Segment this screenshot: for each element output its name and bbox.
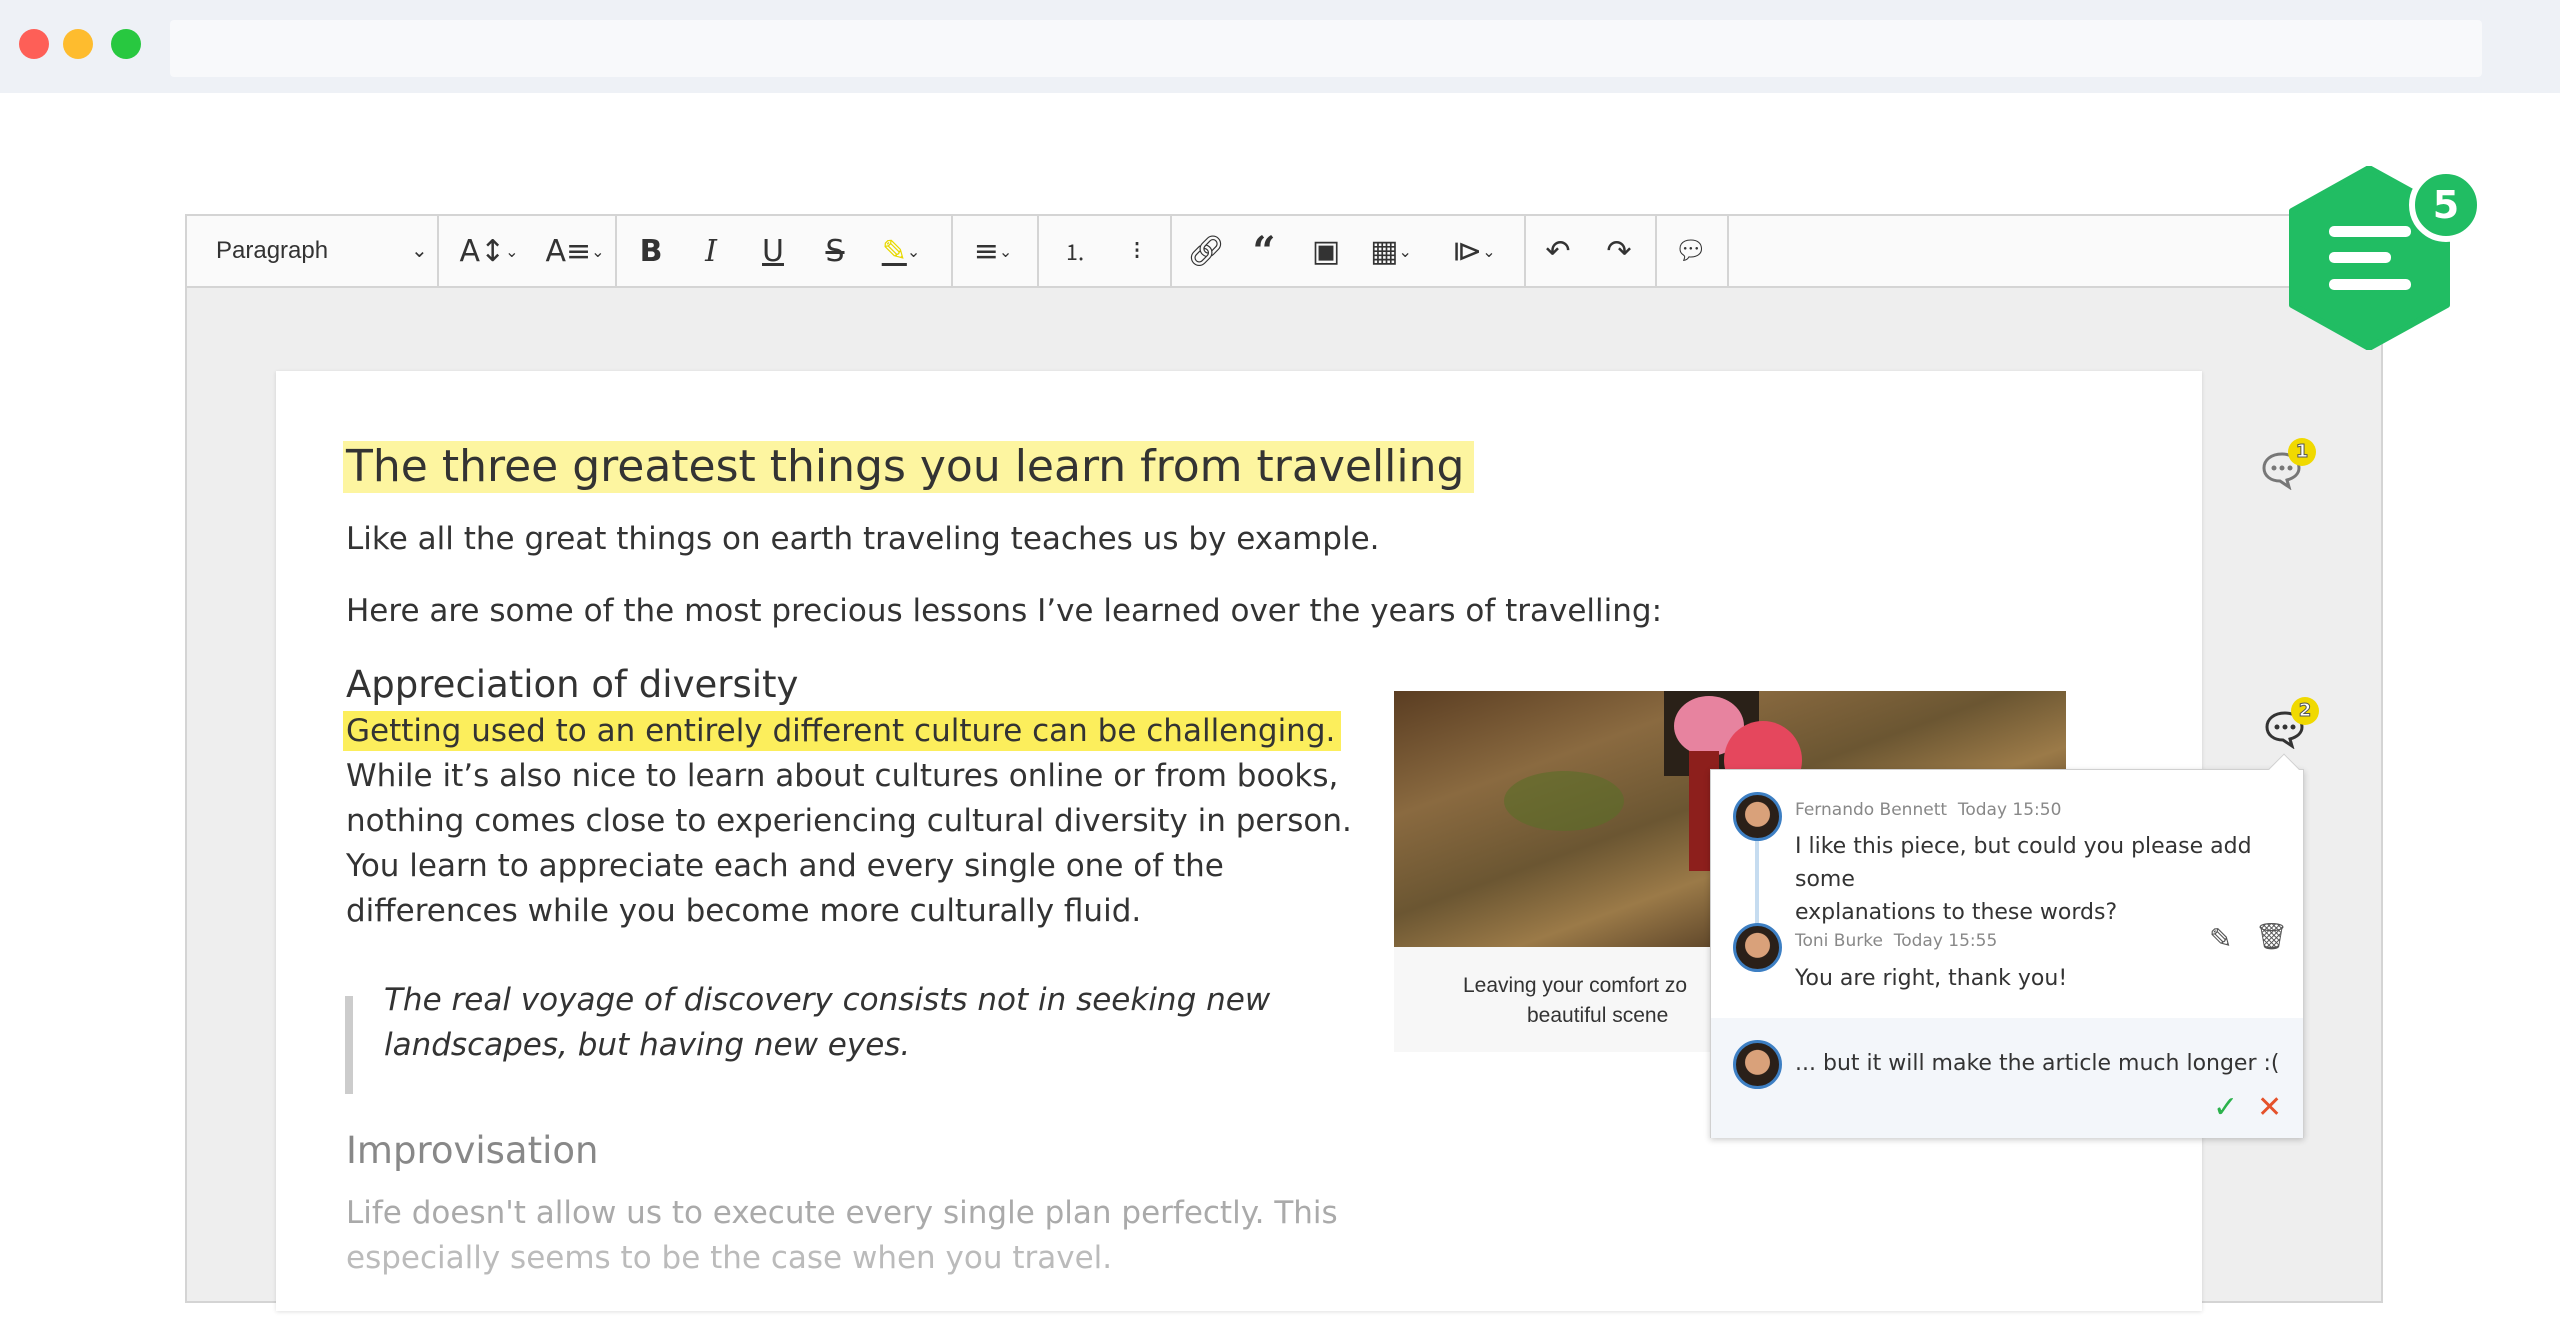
close-window-button[interactable] bbox=[19, 29, 49, 59]
paragraph-line: While it’s also nice to learn about cult… bbox=[346, 758, 1339, 794]
notification-count-badge: 5 bbox=[2409, 168, 2483, 242]
alignment-icon[interactable]: ≡ ⌄ bbox=[963, 216, 1023, 286]
block-quote-icon[interactable]: “ bbox=[1244, 216, 1284, 286]
blockquote-line: The real voyage of discovery consists no… bbox=[384, 982, 1271, 1018]
app-logo-button[interactable]: 5 bbox=[2287, 165, 2483, 351]
comment-meta: Toni Burke Today 15:55 bbox=[1795, 931, 1997, 951]
comment-text: You are right, thank you! bbox=[1795, 966, 2068, 991]
document-title: The three greatest things you learn from… bbox=[343, 441, 1475, 493]
font-family-icon[interactable]: A≡ ⌄ bbox=[545, 216, 605, 286]
paragraph-line: nothing comes close to experiencing cult… bbox=[346, 803, 1352, 839]
bulleted-list-icon[interactable]: ⁝ bbox=[1117, 216, 1157, 286]
confirm-reply-icon[interactable]: ✓ bbox=[2213, 1090, 2238, 1125]
paragraph-line: Life doesn't allow us to execute every s… bbox=[346, 1195, 1338, 1231]
avatar bbox=[1733, 1040, 1782, 1089]
comment-line: I like this piece, but could you please … bbox=[1795, 834, 2252, 892]
avatar bbox=[1733, 792, 1782, 841]
numbered-list-icon[interactable]: ⒈ bbox=[1055, 216, 1095, 286]
insert-table-icon[interactable]: ▦ ⌄ bbox=[1359, 216, 1423, 286]
comments-panel: Fernando Bennett Today 15:50 I like this… bbox=[1710, 753, 2304, 1138]
undo-icon[interactable]: ↶ bbox=[1538, 216, 1578, 286]
font-size-icon[interactable]: A↕ ⌄ bbox=[459, 216, 519, 286]
comment-text: I like this piece, but could you please … bbox=[1795, 830, 2303, 929]
comment-count-badge: 2 bbox=[2291, 697, 2319, 725]
editor: Paragraph ⌄ A↕ ⌄ A≡ ⌄ B I U S ✎ ⌄ ≡ ⌄ ⒈ ⁝ 🔗︎… bbox=[185, 214, 2383, 1311]
bold-icon[interactable]: B bbox=[631, 216, 671, 286]
comment-author: Toni Burke bbox=[1795, 931, 1883, 951]
address-bar[interactable] bbox=[170, 20, 2482, 77]
delete-comment-icon[interactable]: 🗑︎ bbox=[2255, 922, 2288, 952]
comment-marker-2[interactable]: 2 bbox=[2263, 697, 2319, 753]
heading-dropdown[interactable]: Paragraph ⌄ bbox=[216, 216, 428, 286]
highlight-icon[interactable]: ✎ ⌄ bbox=[871, 216, 931, 286]
redo-icon[interactable]: ↷ bbox=[1599, 216, 1639, 286]
comment-time: Today 15:50 bbox=[1957, 800, 2062, 820]
caption-line: Leaving your comfort zo bbox=[1463, 974, 1688, 997]
insert-image-icon[interactable]: ▣ bbox=[1306, 216, 1346, 286]
paragraph-line: You learn to appreciate each and every s… bbox=[346, 848, 1224, 884]
insert-media-icon[interactable]: ⧐ ⌄ bbox=[1441, 216, 1507, 286]
blockquote-border bbox=[345, 996, 353, 1094]
paragraph: Here are some of the most precious lesso… bbox=[346, 593, 1663, 629]
strikethrough-icon[interactable]: S bbox=[815, 216, 855, 286]
avatar bbox=[1733, 923, 1782, 972]
reply-input[interactable]: ... but it will make the article much lo… bbox=[1795, 1047, 2280, 1080]
cancel-reply-icon[interactable]: ✕ bbox=[2257, 1090, 2282, 1125]
editor-toolbar: Paragraph ⌄ A↕ ⌄ A≡ ⌄ B I U S ✎ ⌄ ≡ ⌄ ⒈ ⁝ 🔗︎… bbox=[187, 216, 2381, 288]
reply-area[interactable]: ... but it will make the article much lo… bbox=[1711, 1018, 2303, 1138]
paragraph-line: especially seems to be the case when you… bbox=[346, 1240, 1113, 1276]
edit-comment-icon[interactable]: ✎ bbox=[2209, 922, 2232, 955]
comment-time: Today 15:55 bbox=[1893, 931, 1998, 951]
minimize-window-button[interactable] bbox=[63, 29, 93, 59]
italic-icon[interactable]: I bbox=[691, 216, 731, 286]
comment-count-badge: 1 bbox=[2288, 438, 2316, 466]
comment-marker-1[interactable]: 1 bbox=[2260, 438, 2316, 494]
heading-improvisation: Improvisation bbox=[346, 1129, 599, 1172]
paragraph: Like all the great things on earth trave… bbox=[346, 521, 1380, 557]
highlighted-text: Getting used to an entirely different cu… bbox=[343, 711, 1342, 751]
link-icon[interactable]: 🔗︎ bbox=[1186, 216, 1226, 286]
chevron-down-icon: ⌄ bbox=[411, 240, 428, 262]
comment-meta: Fernando Bennett Today 15:50 bbox=[1795, 800, 2061, 820]
caption-line: beautiful scene bbox=[1527, 1004, 1669, 1027]
blockquote-line: landscapes, but having new eyes. bbox=[384, 1027, 911, 1063]
heading-appreciation: Appreciation of diversity bbox=[346, 663, 799, 706]
comment-icon[interactable]: 💬︎ bbox=[1671, 216, 1711, 286]
paragraph-line: differences while you become more cultur… bbox=[346, 893, 1142, 929]
underline-icon[interactable]: U bbox=[753, 216, 793, 286]
maximize-window-button[interactable] bbox=[111, 29, 141, 59]
heading-dropdown-value: Paragraph bbox=[216, 237, 329, 264]
comment-author: Fernando Bennett bbox=[1795, 800, 1948, 820]
browser-chrome bbox=[0, 0, 2560, 93]
